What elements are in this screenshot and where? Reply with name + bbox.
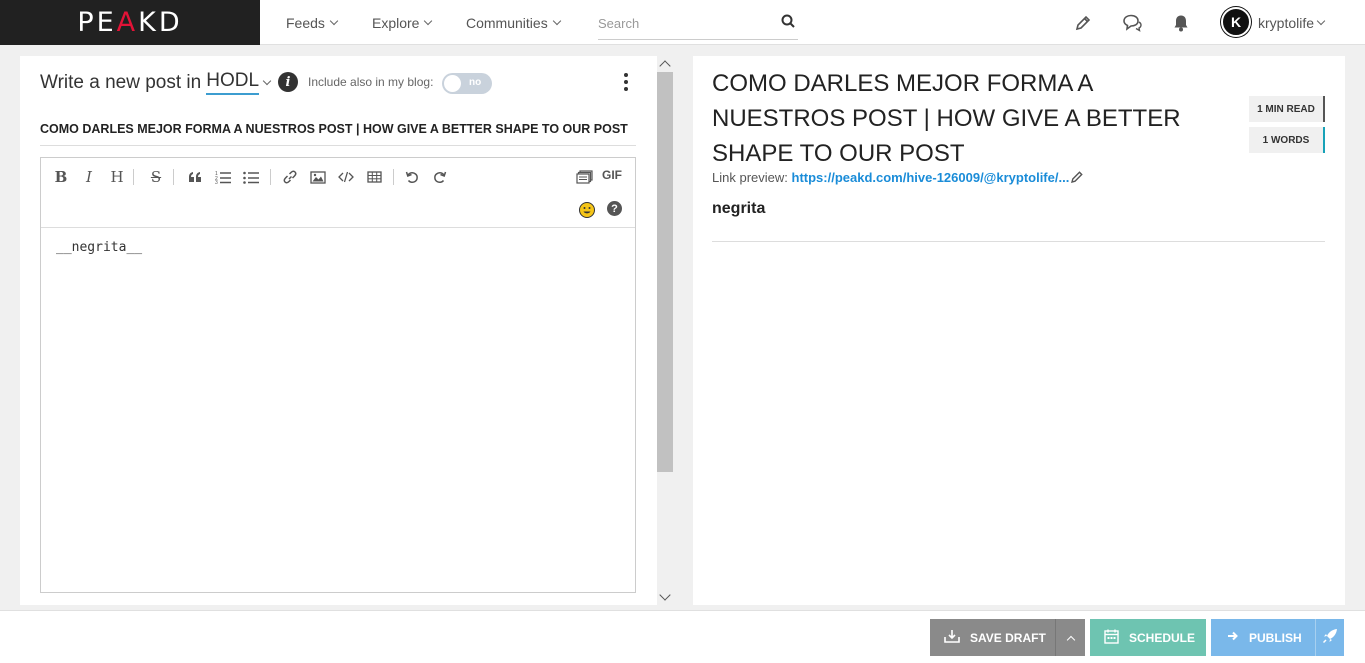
undo-icon[interactable]: [400, 166, 424, 188]
include-blog-toggle[interactable]: no: [442, 73, 492, 94]
chevron-up-icon: [1066, 635, 1075, 644]
save-draft-label: SAVE DRAFT: [970, 630, 1046, 645]
editor-scrollbar[interactable]: [657, 56, 673, 605]
publish-options-button[interactable]: [1315, 619, 1344, 656]
scroll-down-icon[interactable]: [659, 589, 671, 601]
editor-toolbar: B I H S 123 GIF ?: [41, 158, 635, 228]
word-count-badge: 1 WORDS: [1249, 127, 1325, 153]
publish-label: PUBLISH: [1249, 630, 1302, 645]
read-time-badge: 1 MIN READ: [1249, 96, 1325, 122]
post-body-textarea[interactable]: __negrita__: [56, 240, 142, 255]
toolbar-separator: [270, 169, 271, 185]
info-icon[interactable]: i: [278, 72, 298, 92]
bold-button[interactable]: B: [49, 166, 73, 188]
chevron-down-icon: [329, 16, 339, 25]
chevron-down-icon: [424, 16, 433, 25]
nav-explore-label: Explore: [372, 14, 420, 31]
schedule-label: SCHEDULE: [1129, 630, 1196, 645]
gallery-icon[interactable]: [572, 166, 596, 188]
editor-panel: Write a new post in HODL i Include also …: [20, 56, 657, 605]
logo-text: PEAKD: [77, 7, 183, 38]
nav-communities[interactable]: Communities: [466, 0, 561, 45]
avatar[interactable]: K: [1221, 7, 1251, 37]
community-selector[interactable]: HODL: [206, 70, 260, 95]
download-icon: [944, 629, 960, 646]
heading-button[interactable]: H: [105, 166, 129, 188]
top-navbar: PEAKD Feeds Explore Communities K krypto…: [0, 0, 1365, 45]
save-options-button[interactable]: [1055, 619, 1085, 656]
more-options-icon[interactable]: [621, 72, 631, 92]
link-preview-url[interactable]: https://peakd.com/hive-126009/@kryptolif…: [792, 170, 1070, 185]
toolbar-separator: [133, 169, 134, 185]
preview-body: negrita: [712, 200, 766, 217]
calendar-icon: [1104, 629, 1119, 647]
strikethrough-button[interactable]: S: [144, 166, 168, 188]
nav-communities-label: Communities: [466, 14, 548, 31]
unordered-list-icon[interactable]: [239, 166, 263, 188]
chevron-down-icon: [552, 16, 561, 25]
write-post-heading: Write a new post in HODL: [40, 70, 272, 95]
post-title-input[interactable]: COMO DARLES MEJOR FORMA A NUESTROS POST …: [40, 116, 636, 146]
image-icon[interactable]: [306, 166, 330, 188]
bell-icon[interactable]: [1169, 11, 1193, 35]
write-prefix: Write a new post in: [40, 71, 202, 93]
toolbar-separator: [393, 169, 394, 185]
edit-link-icon[interactable]: [1070, 170, 1084, 189]
peakd-logo[interactable]: PEAKD: [0, 0, 260, 45]
avatar-letter: K: [1230, 14, 1242, 30]
schedule-button[interactable]: SCHEDULE: [1090, 619, 1206, 656]
nav-feeds-label: Feeds: [286, 14, 325, 31]
nav-explore[interactable]: Explore: [372, 0, 433, 45]
chevron-down-icon: [1316, 16, 1326, 25]
italic-button[interactable]: I: [77, 166, 101, 188]
link-preview-label: Link preview:: [712, 170, 788, 185]
gif-button[interactable]: GIF: [602, 168, 622, 182]
chevron-down-icon[interactable]: [262, 76, 272, 85]
user-menu[interactable]: kryptolife: [1258, 0, 1326, 45]
arrow-right-icon: [1227, 630, 1239, 645]
svg-text:3: 3: [215, 180, 218, 184]
preview-title: COMO DARLES MEJOR FORMA A NUESTROS POST …: [712, 70, 1181, 167]
quote-icon[interactable]: [183, 166, 207, 188]
link-icon[interactable]: [278, 166, 302, 188]
scroll-thumb[interactable]: [657, 72, 673, 472]
preview-panel: COMO DARLES MEJOR FORMA A NUESTROS POST …: [693, 56, 1345, 605]
username-label: kryptolife: [1258, 14, 1315, 31]
toggle-state: no: [469, 77, 482, 88]
code-icon[interactable]: [334, 166, 358, 188]
rocket-icon: [1322, 628, 1338, 647]
search-box: [598, 7, 798, 40]
markdown-editor: B I H S 123 GIF ? __negrita__: [40, 157, 636, 593]
nav-feeds[interactable]: Feeds: [286, 0, 339, 45]
table-icon[interactable]: [362, 166, 386, 188]
help-icon[interactable]: ?: [607, 201, 622, 216]
emoji-icon[interactable]: [579, 202, 595, 218]
link-preview: Link preview: https://peakd.com/hive-126…: [712, 170, 1069, 185]
toolbar-separator: [173, 169, 174, 185]
preview-divider: [712, 241, 1325, 242]
scroll-up-icon[interactable]: [659, 60, 671, 72]
publish-button[interactable]: PUBLISH: [1211, 619, 1315, 656]
save-draft-button[interactable]: SAVE DRAFT: [930, 619, 1055, 656]
editor-footer: SAVE DRAFT SCHEDULE PUBLISH: [0, 610, 1365, 663]
pencil-icon[interactable]: [1071, 11, 1095, 35]
redo-icon[interactable]: [428, 166, 452, 188]
chat-icon[interactable]: [1120, 11, 1144, 35]
include-blog-label: Include also in my blog:: [308, 75, 434, 89]
toggle-knob: [444, 75, 461, 92]
ordered-list-icon[interactable]: 123: [211, 166, 235, 188]
search-input[interactable]: [598, 15, 773, 31]
search-icon[interactable]: [781, 14, 795, 33]
